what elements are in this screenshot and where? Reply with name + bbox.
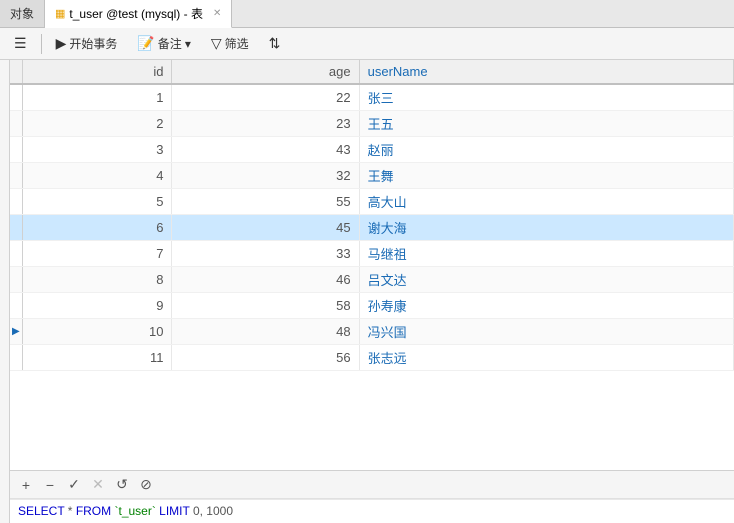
cell-age: 23 (172, 111, 359, 137)
menu-button[interactable]: ☰ (6, 32, 35, 55)
tab-objects-label: 对象 (10, 5, 34, 22)
sort-icon: ⇅ (269, 35, 281, 52)
tab-objects[interactable]: 对象 (0, 0, 45, 27)
hamburger-icon: ☰ (14, 35, 27, 52)
row-marker (10, 215, 22, 241)
cell-username: 高大山 (359, 189, 733, 215)
cell-username: 王舞 (359, 163, 733, 189)
notes-icon: 📝 (137, 35, 154, 52)
add-row-button[interactable]: + (16, 475, 36, 495)
cell-username: 谢大海 (359, 215, 733, 241)
filter-button[interactable]: ▽ 筛选 (203, 32, 257, 55)
cancel-button[interactable]: ✕ (88, 475, 108, 495)
start-transaction-button[interactable]: ▶ 开始事务 (48, 32, 126, 55)
cell-id: 6 (22, 215, 172, 241)
cell-username: 张志远 (359, 345, 733, 371)
transaction-icon: ▶ (56, 35, 67, 52)
row-marker: ▶ (10, 319, 22, 345)
sql-bar: SELECT * FROM `t_user` LIMIT 0, 1000 (10, 499, 734, 523)
cell-username: 张三 (359, 84, 733, 111)
toolbar-separator-1 (41, 34, 42, 54)
table-row[interactable]: 343赵丽 (10, 137, 734, 163)
cell-id: 9 (22, 293, 172, 319)
notes-dropdown-icon: ▾ (185, 37, 191, 51)
cell-age: 43 (172, 137, 359, 163)
tab-bar: 对象 ▦ t_user @test (mysql) - 表 ✕ (0, 0, 734, 28)
cell-username: 马继祖 (359, 241, 733, 267)
cell-id: 7 (22, 241, 172, 267)
cell-username: 赵丽 (359, 137, 733, 163)
col-header-age[interactable]: age (172, 60, 359, 84)
start-transaction-label: 开始事务 (69, 35, 117, 52)
cell-age: 22 (172, 84, 359, 111)
delete-row-button[interactable]: − (40, 475, 60, 495)
cell-age: 46 (172, 267, 359, 293)
toolbar: ☰ ▶ 开始事务 📝 备注 ▾ ▽ 筛选 ⇅ (0, 28, 734, 60)
cell-age: 45 (172, 215, 359, 241)
table-wrapper[interactable]: id age userName 122张三223王五343赵丽432王舞555高… (10, 60, 734, 470)
row-marker (10, 345, 22, 371)
row-marker (10, 84, 22, 111)
refresh-button[interactable]: ↺ (112, 475, 132, 495)
table-row[interactable]: 223王五 (10, 111, 734, 137)
confirm-button[interactable]: ✓ (64, 475, 84, 495)
tab-table-label: t_user @test (mysql) - 表 (69, 5, 203, 22)
table-row[interactable]: 846吕文达 (10, 267, 734, 293)
notes-button[interactable]: 📝 备注 ▾ (129, 32, 198, 55)
sidebar (0, 60, 10, 523)
data-table: id age userName 122张三223王五343赵丽432王舞555高… (10, 60, 734, 371)
row-marker (10, 189, 22, 215)
table-row[interactable]: 122张三 (10, 84, 734, 111)
col-header-username[interactable]: userName (359, 60, 733, 84)
table-row[interactable]: 1156张志远 (10, 345, 734, 371)
cell-username: 孙寿康 (359, 293, 733, 319)
row-marker (10, 111, 22, 137)
row-marker (10, 267, 22, 293)
filter-icon: ▽ (211, 35, 222, 52)
tab-table[interactable]: ▦ t_user @test (mysql) - 表 ✕ (45, 0, 232, 28)
cell-age: 58 (172, 293, 359, 319)
table-row[interactable]: 432王舞 (10, 163, 734, 189)
table-row[interactable]: 645谢大海 (10, 215, 734, 241)
main-area: id age userName 122张三223王五343赵丽432王舞555高… (0, 60, 734, 523)
sort-button[interactable]: ⇅ (261, 32, 289, 55)
cell-username: 王五 (359, 111, 733, 137)
cell-age: 48 (172, 319, 359, 345)
cell-id: 11 (22, 345, 172, 371)
col-marker (10, 60, 22, 84)
content-area: id age userName 122张三223王五343赵丽432王舞555高… (10, 60, 734, 523)
cell-age: 32 (172, 163, 359, 189)
cell-age: 56 (172, 345, 359, 371)
cell-id: 5 (22, 189, 172, 215)
stop-button[interactable]: ⊘ (136, 475, 156, 495)
cell-id: 8 (22, 267, 172, 293)
cell-age: 33 (172, 241, 359, 267)
row-marker (10, 137, 22, 163)
cell-id: 4 (22, 163, 172, 189)
tab-close-icon[interactable]: ✕ (213, 8, 221, 19)
bottom-toolbar: + − ✓ ✕ ↺ ⊘ (10, 471, 734, 499)
cell-id: 10 (22, 319, 172, 345)
table-icon: ▦ (55, 7, 65, 20)
table-row[interactable]: 555高大山 (10, 189, 734, 215)
table-row[interactable]: ▶1048冯兴国 (10, 319, 734, 345)
cell-id: 1 (22, 84, 172, 111)
bottom-bar: + − ✓ ✕ ↺ ⊘ SELECT * FROM `t_user` LIMIT… (10, 470, 734, 523)
cell-age: 55 (172, 189, 359, 215)
notes-label: 备注 (158, 35, 182, 52)
row-marker (10, 293, 22, 319)
filter-label: 筛选 (225, 35, 249, 52)
row-marker (10, 241, 22, 267)
col-header-id[interactable]: id (22, 60, 172, 84)
cell-username: 吕文达 (359, 267, 733, 293)
cell-id: 2 (22, 111, 172, 137)
cell-username: 冯兴国 (359, 319, 733, 345)
row-marker (10, 163, 22, 189)
table-row[interactable]: 733马继祖 (10, 241, 734, 267)
cell-id: 3 (22, 137, 172, 163)
table-row[interactable]: 958孙寿康 (10, 293, 734, 319)
sql-text: SELECT * FROM `t_user` LIMIT 0, 1000 (18, 504, 233, 518)
